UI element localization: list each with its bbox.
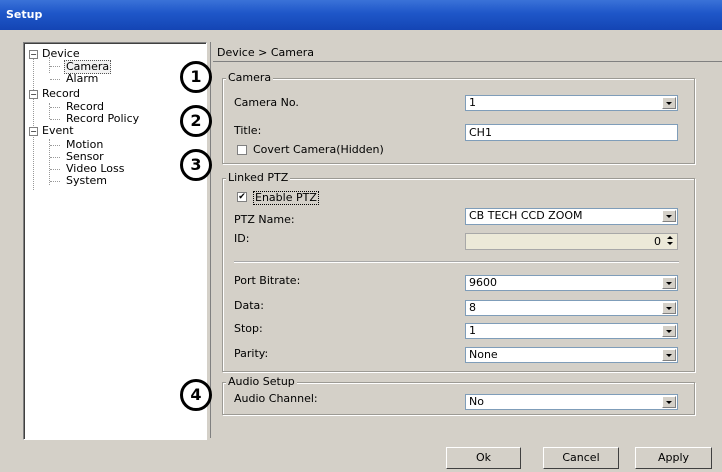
ptz-name-select[interactable]: CB TECH CCD ZOOM: [465, 208, 678, 225]
covert-camera-label: Covert Camera(Hidden): [253, 143, 384, 156]
tree-line: [50, 169, 60, 170]
ptz-name-value: CB TECH CCD ZOOM: [469, 209, 583, 222]
tree-line: [50, 107, 60, 108]
audio-channel-label: Audio Channel:: [234, 392, 318, 405]
tree-line: [50, 119, 60, 120]
tree-line: [50, 79, 60, 80]
camera-no-select[interactable]: 1: [465, 95, 678, 111]
spin-buttons[interactable]: [664, 234, 676, 249]
parity-label: Parity:: [234, 347, 269, 360]
audio-channel-value: No: [469, 395, 484, 408]
collapse-icon[interactable]: −: [29, 90, 38, 99]
ptz-name-label: PTZ Name:: [234, 213, 295, 226]
title-input[interactable]: CH1: [465, 124, 678, 141]
linked-ptz-group-title: Linked PTZ: [226, 171, 291, 184]
settings-tree: − Device Camera Alarm − Record Record Re…: [23, 42, 207, 440]
apply-button[interactable]: Apply: [635, 447, 712, 469]
dropdown-arrow-icon[interactable]: [662, 210, 676, 222]
audio-channel-select[interactable]: No: [465, 394, 678, 410]
dropdown-arrow-icon[interactable]: [662, 396, 676, 408]
enable-ptz-checkbox[interactable]: ✔: [237, 192, 247, 202]
port-bitrate-value: 9600: [469, 276, 497, 289]
breadcrumb: Device > Camera: [217, 46, 314, 59]
tree-item-record-policy[interactable]: Record Policy: [66, 113, 139, 125]
tree-item-record-group[interactable]: Record: [42, 88, 80, 100]
dropdown-arrow-icon[interactable]: [662, 325, 676, 337]
audio-setup-group-title: Audio Setup: [226, 375, 297, 388]
checkmark-icon: ✔: [238, 192, 246, 202]
data-bits-label: Data:: [234, 299, 264, 312]
title-bar: Setup: [0, 0, 722, 30]
dropdown-arrow-icon[interactable]: [662, 97, 676, 109]
enable-ptz-label[interactable]: Enable PTZ: [253, 191, 319, 205]
callout-2: 2: [180, 105, 212, 137]
parity-value: None: [469, 348, 498, 361]
data-bits-value: 8: [469, 301, 476, 314]
parity-select[interactable]: None: [465, 347, 678, 363]
dropdown-arrow-icon[interactable]: [662, 277, 676, 289]
tree-line: [50, 66, 60, 67]
stop-bits-value: 1: [469, 324, 476, 337]
tree-item-system[interactable]: System: [66, 175, 107, 187]
id-spinner[interactable]: 0: [465, 233, 678, 250]
tree-line: [50, 145, 60, 146]
dropdown-arrow-icon[interactable]: [662, 349, 676, 361]
dropdown-arrow-icon[interactable]: [662, 302, 676, 314]
tree-line: [33, 56, 34, 190]
camera-no-value: 1: [469, 96, 476, 109]
title-label: Title:: [234, 124, 262, 137]
stop-bits-select[interactable]: 1: [465, 323, 678, 339]
callout-3: 3: [180, 149, 212, 181]
breadcrumb-divider: [213, 61, 722, 62]
tree-item-event[interactable]: Event: [42, 125, 74, 137]
cancel-button[interactable]: Cancel: [543, 447, 619, 469]
tree-item-alarm[interactable]: Alarm: [66, 73, 98, 85]
tree-line: [49, 103, 50, 119]
id-label: ID:: [234, 232, 250, 245]
callout-1: 1: [180, 61, 212, 93]
camera-group-title: Camera: [226, 71, 274, 84]
ptz-separator: [234, 261, 679, 263]
id-value: 0: [654, 235, 661, 248]
port-bitrate-label: Port Bitrate:: [234, 274, 301, 287]
ok-button[interactable]: Ok: [446, 447, 521, 469]
collapse-icon[interactable]: −: [29, 50, 38, 59]
window-title: Setup: [6, 8, 43, 21]
tree-item-device[interactable]: Device: [42, 48, 80, 60]
stop-bits-label: Stop:: [234, 322, 263, 335]
data-bits-select[interactable]: 8: [465, 300, 678, 316]
camera-no-label: Camera No.: [234, 96, 299, 109]
port-bitrate-select[interactable]: 9600: [465, 275, 678, 291]
spin-down-icon[interactable]: [664, 241, 676, 248]
covert-camera-checkbox[interactable]: [237, 145, 247, 155]
collapse-icon[interactable]: −: [29, 127, 38, 136]
callout-4: 4: [180, 379, 212, 411]
setup-window: Setup − Device Camera Alarm − Record Rec…: [0, 0, 722, 472]
tree-line: [50, 181, 60, 182]
tree-line: [50, 157, 60, 158]
spin-up-icon[interactable]: [664, 234, 676, 241]
